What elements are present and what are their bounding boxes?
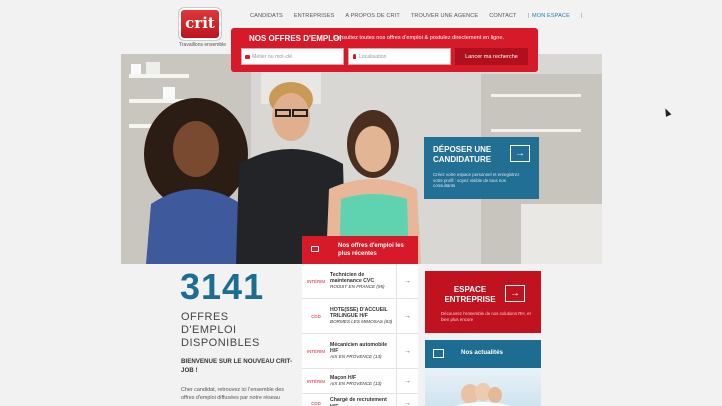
recent-jobs-title: Nos offres d'emploi les plus récentes (338, 243, 404, 257)
nav-separator: | (527, 13, 530, 19)
job-location: AIX EN PROVENCE (13) (330, 354, 382, 360)
job-type-badge: CDD (311, 313, 321, 319)
nav-trouver-agence[interactable]: TROUVER UNE AGENCE (411, 13, 478, 19)
news-photo (455, 383, 511, 406)
job-title: Chargé de recrutement H/F (330, 397, 387, 406)
location-placeholder: Localisation (359, 53, 387, 60)
welcome-heading: BIENVENUE SUR LE NOUVEAU CRIT-JOB ! (181, 358, 293, 374)
job-location: BORMES LES MIMOSAS (83) (330, 319, 393, 325)
logo-text: crit (185, 14, 215, 32)
job-type-badge: INTÉRIM (306, 348, 326, 354)
search-button[interactable]: Lancer ma recherche (455, 48, 528, 65)
deposit-candidature-card[interactable]: DÉPOSER UNE CANDIDATURE → Créez votre es… (424, 137, 539, 199)
location-input[interactable]: Localisation (348, 48, 451, 65)
entreprise-description: Découvrez l'ensemble de nos solutions RH… (441, 311, 531, 322)
arrow-right-icon[interactable]: → (396, 369, 418, 393)
arrow-right-icon[interactable]: → (505, 285, 525, 302)
job-count-label-line: OFFRES (181, 311, 229, 323)
deposit-description: Créez votre espace personnel et enregist… (433, 172, 520, 189)
nav-candidats[interactable]: CANDIDATS (250, 13, 283, 19)
arrow-right-icon[interactable]: → (396, 264, 418, 298)
arrow-right-icon[interactable]: → (396, 299, 418, 333)
mouse-cursor (662, 107, 672, 117)
job-type-badge: INTÉRIM (306, 378, 326, 384)
job-count: 3141 (180, 266, 265, 307)
job-type-badge: INTÉRIM (306, 278, 326, 284)
job-title: Mécanicien automobile H/F (330, 341, 388, 354)
job-location: AIX EN PROVENCE (13) (330, 381, 382, 387)
nav-mon-espace[interactable]: MON ESPACE (532, 13, 570, 19)
espace-entreprise-card[interactable]: ESPACE ENTREPRISE → Découvrez l'ensemble… (425, 271, 541, 333)
briefcase-icon (311, 246, 319, 252)
news-header[interactable]: Nos actualités (425, 340, 541, 368)
job-item[interactable]: CDD Chargé de recrutement H/F → (302, 394, 418, 406)
job-item[interactable]: CDD HOTE(SSE) D'ACCUEIL TRILINGUE H/F BO… (302, 299, 418, 334)
search-subtitle: Consultez toutes nos offres d'emploi & p… (333, 35, 505, 41)
arrow-right-icon[interactable]: → (396, 394, 418, 406)
arrow-right-icon[interactable]: → (510, 145, 530, 162)
job-title: Technicien de maintenance CVC (330, 271, 375, 284)
nav-contact[interactable]: CONTACT (489, 13, 516, 19)
job-item[interactable]: INTÉRIM Technicien de maintenance CVC RO… (302, 264, 418, 299)
job-search-panel: NOS OFFRES D'EMPLOI Consultez toutes nos… (231, 28, 538, 72)
nav-a-propos[interactable]: A PROPOS DE CRIT (345, 13, 399, 19)
job-title: HOTE(SSE) D'ACCUEIL TRILINGUE H/F (330, 306, 388, 319)
welcome-intro: Cher candidat, retrouvez ici l'ensemble … (181, 387, 284, 401)
job-count-label-line: D'EMPLOI (181, 324, 237, 336)
arrow-right-icon[interactable]: → (396, 334, 418, 368)
nav-separator: | (580, 13, 583, 19)
job-type-badge: CDD (311, 401, 321, 406)
recent-jobs-header: Nos offres d'emploi les plus récentes (302, 236, 418, 264)
job-item[interactable]: INTÉRIM Mécanicien automobile H/F AIX EN… (302, 334, 418, 369)
crit-logo[interactable]: crit (179, 8, 221, 40)
deposit-title: DÉPOSER UNE CANDIDATURE (433, 145, 492, 164)
keyword-placeholder: Métier ou mot-clé (252, 53, 293, 60)
news-image[interactable] (425, 368, 541, 406)
news-icon (433, 349, 444, 358)
job-item[interactable]: INTÉRIM Maçon H/F AIX EN PROVENCE (13) → (302, 369, 418, 394)
news-title: Nos actualités (461, 349, 503, 356)
location-pin-icon (349, 48, 359, 65)
search-title: NOS OFFRES D'EMPLOI (249, 34, 342, 43)
keyword-input[interactable]: Métier ou mot-clé (241, 48, 344, 65)
briefcase-icon (242, 48, 252, 65)
job-count-label: OFFRES D'EMPLOI DISPONIBLES (181, 311, 260, 350)
recent-jobs-list: INTÉRIM Technicien de maintenance CVC RO… (302, 264, 418, 406)
job-count-label-line: DISPONIBLES (181, 337, 260, 349)
nav-entreprises[interactable]: ENTREPRISES (294, 13, 335, 19)
main-nav: CANDIDATS ENTREPRISES A PROPOS DE CRIT T… (250, 13, 585, 19)
job-location: ROISSY EN FRANCE (95) (330, 284, 385, 290)
brand-tagline: Travaillons ensemble (179, 42, 227, 48)
entreprise-title: ESPACE ENTREPRISE (444, 285, 496, 304)
